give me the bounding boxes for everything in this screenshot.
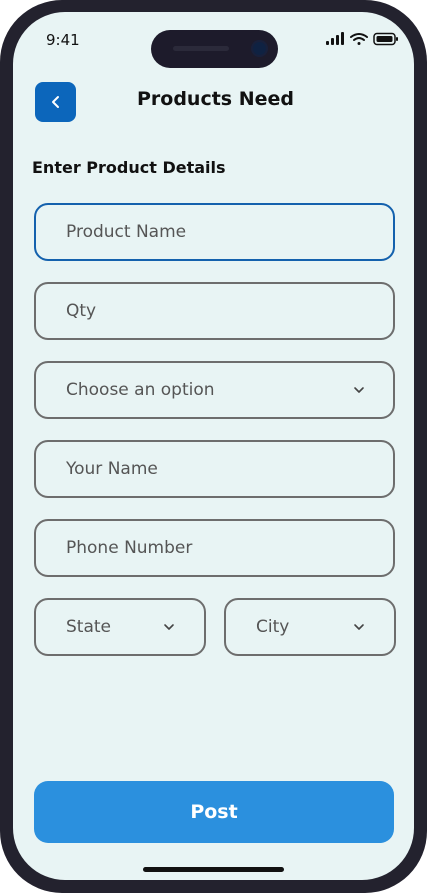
- phone-number-placeholder: Phone Number: [66, 538, 193, 558]
- state-select[interactable]: State: [34, 598, 206, 656]
- wifi-icon: [350, 33, 368, 45]
- chevron-down-icon: [164, 624, 174, 630]
- product-name-placeholder: Product Name: [66, 222, 187, 242]
- screen: 9:41 Products Need Enter Product Details…: [13, 12, 414, 880]
- chevron-down-icon: [354, 624, 364, 630]
- home-indicator[interactable]: [143, 867, 284, 872]
- signal-icon: [326, 32, 344, 45]
- chevron-down-icon: [354, 387, 364, 393]
- category-select[interactable]: Choose an option: [34, 361, 395, 419]
- your-name-input[interactable]: Your Name: [34, 440, 395, 498]
- city-select[interactable]: City: [224, 598, 396, 656]
- your-name-placeholder: Your Name: [66, 459, 158, 479]
- post-button[interactable]: Post: [34, 781, 394, 843]
- state-selected: State: [66, 617, 111, 637]
- camera-icon: [251, 40, 268, 57]
- city-selected: City: [256, 617, 290, 637]
- battery-icon: [373, 32, 398, 46]
- product-name-input[interactable]: Product Name: [34, 203, 395, 261]
- qty-placeholder: Qty: [66, 301, 97, 321]
- category-selected: Choose an option: [66, 380, 215, 400]
- qty-input[interactable]: Qty: [34, 282, 395, 340]
- back-button[interactable]: [35, 82, 76, 122]
- dynamic-island: [151, 30, 278, 68]
- phone-number-input[interactable]: Phone Number: [34, 519, 395, 577]
- status-time: 9:41: [46, 31, 80, 49]
- section-title: Enter Product Details: [32, 158, 226, 177]
- status-icons: [326, 32, 398, 46]
- back-chevron-icon: [51, 96, 59, 108]
- speaker-bar: [173, 46, 229, 51]
- page-title: Products Need: [136, 88, 295, 110]
- phone-frame: 9:41 Products Need Enter Product Details…: [0, 0, 427, 893]
